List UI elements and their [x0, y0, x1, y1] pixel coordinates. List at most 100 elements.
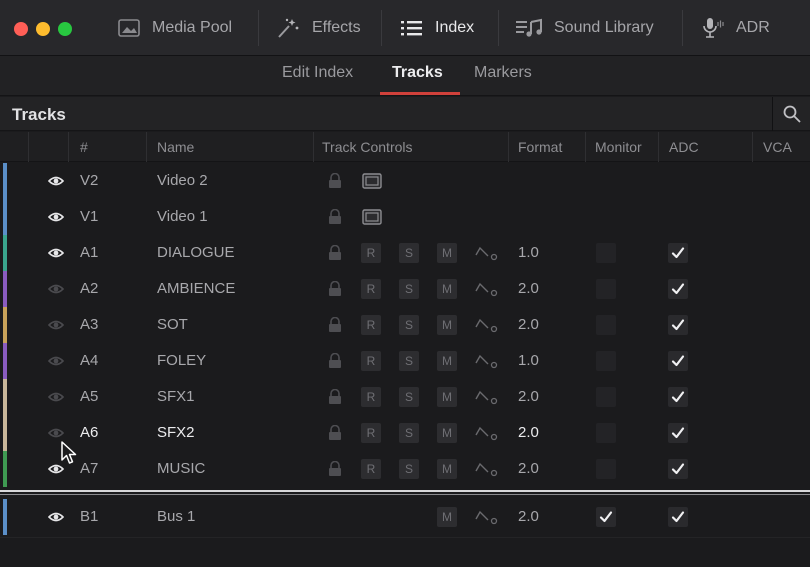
record-arm-button[interactable]: R: [361, 351, 381, 371]
track-row[interactable]: A1 DIALOGUE R S M 1.0: [0, 235, 810, 271]
adc-checkbox[interactable]: [668, 243, 688, 263]
visibility-eye-icon[interactable]: [47, 318, 65, 335]
mute-button[interactable]: M: [437, 387, 457, 407]
lock-icon[interactable]: [328, 208, 342, 229]
solo-button[interactable]: S: [399, 351, 419, 371]
monitor-checkbox[interactable]: [596, 243, 616, 263]
automation-curve-icon[interactable]: [475, 461, 501, 481]
solo-button[interactable]: S: [399, 423, 419, 443]
monitor-checkbox[interactable]: [596, 315, 616, 335]
column-number[interactable]: #: [80, 139, 88, 155]
mute-button[interactable]: M: [437, 507, 457, 527]
track-name[interactable]: SFX2: [157, 424, 195, 441]
visibility-eye-icon[interactable]: [47, 246, 65, 263]
lock-icon[interactable]: [328, 316, 342, 337]
track-name[interactable]: FOLEY: [157, 352, 206, 369]
toolbar-effects-button[interactable]: Effects: [276, 0, 361, 56]
adc-checkbox[interactable]: [668, 279, 688, 299]
visibility-eye-icon[interactable]: [47, 282, 65, 299]
solo-button[interactable]: S: [399, 459, 419, 479]
track-name[interactable]: Bus 1: [157, 508, 195, 525]
track-row[interactable]: A4 FOLEY R S M 1.0: [0, 343, 810, 379]
monitor-checkbox[interactable]: [596, 279, 616, 299]
track-name[interactable]: MUSIC: [157, 460, 205, 477]
visibility-eye-icon[interactable]: [47, 390, 65, 407]
video-track-icon[interactable]: [362, 173, 382, 193]
mute-button[interactable]: M: [437, 423, 457, 443]
toolbar-sound-library-button[interactable]: Sound Library: [516, 0, 654, 56]
track-row[interactable]: A6 SFX2 R S M 2.0: [0, 415, 810, 451]
automation-curve-icon[interactable]: [475, 509, 501, 529]
monitor-checkbox[interactable]: [596, 507, 616, 527]
mute-button[interactable]: M: [437, 351, 457, 371]
record-arm-button[interactable]: R: [361, 459, 381, 479]
record-arm-button[interactable]: R: [361, 315, 381, 335]
toolbar-index-button[interactable]: Index: [401, 0, 474, 56]
lock-icon[interactable]: [328, 424, 342, 445]
column-vca[interactable]: VCA: [763, 139, 792, 155]
track-name[interactable]: SFX1: [157, 388, 195, 405]
visibility-eye-icon[interactable]: [47, 174, 65, 191]
adc-checkbox[interactable]: [668, 507, 688, 527]
adc-checkbox[interactable]: [668, 387, 688, 407]
visibility-eye-icon[interactable]: [47, 210, 65, 227]
record-arm-button[interactable]: R: [361, 243, 381, 263]
automation-curve-icon[interactable]: [475, 389, 501, 409]
zoom-window-button[interactable]: [58, 22, 72, 36]
track-name[interactable]: SOT: [157, 316, 188, 333]
monitor-checkbox[interactable]: [596, 351, 616, 371]
close-window-button[interactable]: [14, 22, 28, 36]
monitor-checkbox[interactable]: [596, 459, 616, 479]
tab-tracks[interactable]: Tracks: [392, 64, 443, 82]
track-name[interactable]: Video 1: [157, 208, 208, 225]
adc-checkbox[interactable]: [668, 315, 688, 335]
column-format[interactable]: Format: [518, 139, 562, 155]
automation-curve-icon[interactable]: [475, 353, 501, 373]
lock-icon[interactable]: [328, 388, 342, 409]
column-name[interactable]: Name: [157, 139, 194, 155]
track-row[interactable]: A3 SOT R S M 2.0: [0, 307, 810, 343]
adc-checkbox[interactable]: [668, 351, 688, 371]
bus-row[interactable]: B1 Bus 1 M 2.0: [0, 499, 810, 535]
track-row[interactable]: A5 SFX1 R S M 2.0: [0, 379, 810, 415]
lock-icon[interactable]: [328, 352, 342, 373]
mute-button[interactable]: M: [437, 459, 457, 479]
video-track-icon[interactable]: [362, 209, 382, 229]
solo-button[interactable]: S: [399, 315, 419, 335]
search-button[interactable]: [772, 97, 810, 131]
adc-checkbox[interactable]: [668, 423, 688, 443]
automation-curve-icon[interactable]: [475, 245, 501, 265]
track-row[interactable]: A2 AMBIENCE R S M 2.0: [0, 271, 810, 307]
mute-button[interactable]: M: [437, 315, 457, 335]
track-row[interactable]: A7 MUSIC R S M 2.0: [0, 451, 810, 487]
track-name[interactable]: Video 2: [157, 172, 208, 189]
column-adc[interactable]: ADC: [669, 139, 699, 155]
monitor-checkbox[interactable]: [596, 387, 616, 407]
solo-button[interactable]: S: [399, 279, 419, 299]
automation-curve-icon[interactable]: [475, 317, 501, 337]
lock-icon[interactable]: [328, 460, 342, 481]
record-arm-button[interactable]: R: [361, 279, 381, 299]
track-name[interactable]: AMBIENCE: [157, 280, 235, 297]
tab-markers[interactable]: Markers: [474, 64, 532, 82]
lock-icon[interactable]: [328, 280, 342, 301]
toolbar-adr-button[interactable]: ADR: [702, 0, 770, 56]
lock-icon[interactable]: [328, 244, 342, 265]
track-name[interactable]: DIALOGUE: [157, 244, 235, 261]
record-arm-button[interactable]: R: [361, 423, 381, 443]
toolbar-media-pool-button[interactable]: Media Pool: [118, 0, 232, 56]
track-row[interactable]: V2 Video 2: [0, 163, 810, 199]
automation-curve-icon[interactable]: [475, 425, 501, 445]
column-track-controls[interactable]: Track Controls: [322, 139, 413, 155]
mute-button[interactable]: M: [437, 279, 457, 299]
lock-icon[interactable]: [328, 172, 342, 193]
minimize-window-button[interactable]: [36, 22, 50, 36]
solo-button[interactable]: S: [399, 243, 419, 263]
automation-curve-icon[interactable]: [475, 281, 501, 301]
visibility-eye-icon[interactable]: [47, 510, 65, 527]
mute-button[interactable]: M: [437, 243, 457, 263]
record-arm-button[interactable]: R: [361, 387, 381, 407]
visibility-eye-icon[interactable]: [47, 354, 65, 371]
monitor-checkbox[interactable]: [596, 423, 616, 443]
solo-button[interactable]: S: [399, 387, 419, 407]
